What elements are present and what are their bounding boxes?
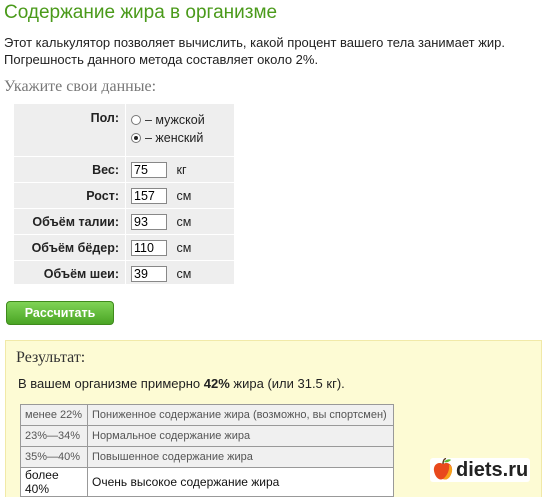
- result-row-range: более 40%: [20, 467, 88, 497]
- diets-logo: diets.ru: [430, 458, 531, 482]
- weight-unit: кг: [176, 162, 187, 177]
- sex-male-label: – мужской: [145, 113, 205, 127]
- result-row: менее 22% Пониженное содержание жира (во…: [20, 404, 394, 426]
- neck-label: Объём шеи:: [14, 260, 126, 287]
- hips-label: Объём бёдер:: [14, 234, 126, 261]
- sex-female-label: – женский: [145, 131, 204, 145]
- result-row-range: 35%—40%: [20, 446, 88, 468]
- result-table: менее 22% Пониженное содержание жира (во…: [20, 404, 394, 497]
- sex-female-radio[interactable]: [131, 133, 141, 143]
- height-unit: см: [176, 188, 192, 203]
- result-title: Результат:: [16, 349, 86, 366]
- page-title: Содержание жира в организме: [4, 2, 278, 23]
- result-row: 23%—34% Нормальное содержание жира: [20, 425, 394, 447]
- height-label: Рост:: [14, 182, 126, 209]
- page-description: Этот калькулятор позволяет вычислить, ка…: [4, 35, 505, 67]
- weight-label: Вес:: [14, 156, 126, 183]
- result-row-desc: Повышенное содержание жира: [87, 446, 394, 468]
- result-row-active: более 40% Очень высокое содержание жира: [20, 467, 394, 497]
- sex-male-option[interactable]: – мужской: [131, 111, 234, 129]
- result-summary: В вашем организме примерно 42% жира (или…: [18, 376, 345, 391]
- hips-input[interactable]: [131, 239, 167, 256]
- result-row-range: менее 22%: [20, 404, 88, 426]
- result-row-desc: Нормальное содержание жира: [87, 425, 394, 447]
- waist-label: Объём талии:: [14, 208, 126, 235]
- result-text-prefix: В вашем организме примерно: [18, 376, 204, 391]
- input-form: Пол: – мужской – женский Вес: кг Рост:: [14, 104, 234, 287]
- neck-unit: см: [176, 266, 192, 281]
- waist-input[interactable]: [131, 213, 167, 230]
- result-text-suffix: жира (или 31.5 кг).: [229, 376, 345, 391]
- apple-icon: [433, 458, 453, 480]
- calculate-button[interactable]: Рассчитать: [6, 301, 114, 325]
- waist-unit: см: [176, 214, 192, 229]
- result-row-desc: Пониженное содержание жира (возможно, вы…: [87, 404, 394, 426]
- weight-input[interactable]: [131, 161, 167, 178]
- sex-male-radio[interactable]: [131, 115, 141, 125]
- sex-label: Пол:: [14, 104, 126, 157]
- form-subtitle: Укажите свои данные:: [4, 78, 157, 95]
- sex-female-option[interactable]: – женский: [131, 129, 234, 147]
- logo-text: diets.ru: [456, 458, 529, 481]
- result-percent: 42%: [203, 376, 230, 391]
- neck-input[interactable]: [131, 265, 167, 282]
- result-row: 35%—40% Повышенное содержание жира: [20, 446, 394, 468]
- height-input[interactable]: [131, 187, 167, 204]
- result-row-range: 23%—34%: [20, 425, 88, 447]
- result-row-desc: Очень высокое содержание жира: [87, 467, 394, 497]
- hips-unit: см: [176, 240, 192, 255]
